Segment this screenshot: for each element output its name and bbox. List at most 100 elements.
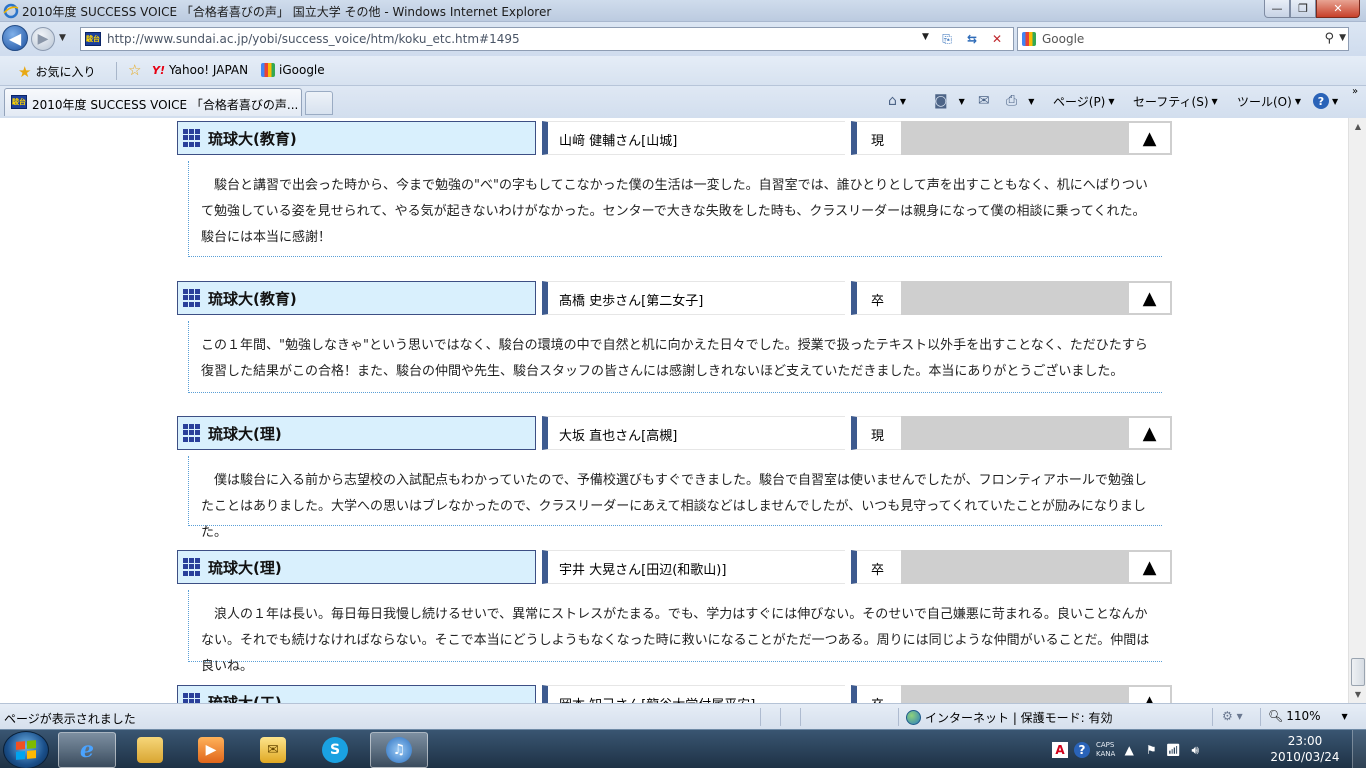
entry-header: 琉球大(理) 宇井 大晃さん[田辺(和歌山)] 卒 ▲ (177, 550, 1172, 584)
tab-label: 2010年度 SUCCESS VOICE 「合格者喜びの声... (32, 98, 299, 112)
grid-bullet-icon (183, 558, 201, 576)
scrollbar-thumb[interactable] (1351, 658, 1365, 686)
minimize-button[interactable]: — (1264, 0, 1290, 18)
media-player-icon: ▶ (198, 737, 224, 763)
recent-pages-dropdown[interactable]: ▼ (59, 33, 66, 43)
zoom-level-button[interactable]: 🔍︎ 110% ▼ (1268, 709, 1348, 723)
compatibility-view-icon[interactable]: ⎘ (937, 30, 957, 48)
up-arrow-icon: ▲ (1142, 127, 1157, 149)
chevron-down-icon: ▼ (1294, 97, 1301, 106)
start-button[interactable] (3, 731, 49, 768)
university-cell: 琉球大(理) (177, 416, 536, 450)
speaker-icon[interactable]: 🔊︎ (1187, 742, 1203, 758)
network-icon[interactable]: 📶︎ (1165, 742, 1181, 758)
feeds-button[interactable]: ◙ ▼ (934, 93, 965, 109)
site-favicon-icon: 駿台 (85, 32, 101, 46)
student-name-cell: 髙橋 史歩さん[第二女子] (542, 281, 845, 315)
address-dropdown[interactable]: ▼ (922, 32, 929, 42)
back-to-top-button[interactable]: ▲ (1129, 552, 1170, 582)
status-separator (780, 708, 781, 726)
title-bar: 2010年度 SUCCESS VOICE 「合格者喜びの声」 国立大学 その他 … (0, 0, 1366, 22)
url-text[interactable]: http://www.sundai.ac.jp/yobi/success_voi… (107, 32, 520, 46)
help-tray-icon[interactable]: ? (1074, 742, 1090, 758)
search-input[interactable]: Google (1042, 32, 1084, 46)
maximize-button[interactable]: ❐ (1290, 0, 1316, 18)
status-bar: ページが表示されました インターネット | 保護モード: 有効 ⚙ ▾ 🔍︎ 1… (0, 703, 1366, 729)
university-name: 琉球大(理) (208, 425, 282, 443)
add-to-favorites-bar-button[interactable]: ☆ (128, 63, 141, 78)
show-desktop-button[interactable] (1352, 730, 1366, 768)
flag-tray-icon[interactable]: ⚑ (1143, 742, 1159, 758)
tab-favicon-icon: 駿台 (11, 95, 27, 109)
page-menu-label: ページ(P) (1053, 95, 1106, 109)
favorites-button[interactable]: ★ お気に入り (18, 63, 95, 80)
student-status: 現 (871, 429, 885, 444)
close-button[interactable]: ✕ (1316, 0, 1360, 18)
address-bar[interactable]: 駿台 http://www.sundai.ac.jp/yobi/success_… (80, 27, 1014, 51)
taskbar-itunes-button[interactable]: ♫ (370, 732, 428, 768)
university-cell: 琉球大(教育) (177, 281, 536, 315)
stop-icon[interactable]: ✕ (987, 30, 1007, 48)
taskbar-explorer-button[interactable] (121, 732, 179, 768)
chevron-down-icon: ▼ (1211, 97, 1218, 106)
back-to-top-button[interactable]: ▲ (1129, 687, 1170, 703)
back-button[interactable]: ◀ (2, 25, 28, 51)
back-to-top-button[interactable]: ▲ (1129, 123, 1170, 153)
chevron-down-icon: ▼ (1332, 96, 1339, 106)
search-box[interactable]: Google ⚲ ▼ (1017, 27, 1349, 51)
safety-menu[interactable]: セーフティ(S) ▼ (1133, 93, 1218, 110)
taskbar-skype-button[interactable]: S (306, 732, 364, 768)
search-options-dropdown[interactable]: ▼ (1339, 33, 1346, 43)
status-cell: 卒 (851, 685, 901, 703)
student-name-cell: 山﨑 健輔さん[山城] (542, 121, 845, 155)
grid-bullet-icon (183, 289, 201, 307)
page-viewport: 琉球大(教育) 山﨑 健輔さん[山城] 現 ▲ 駿台と講習で出会った時から、今ま… (0, 118, 1348, 703)
university-cell: 琉球大(工) (177, 685, 536, 703)
vertical-scrollbar[interactable]: ▲ ▼ (1348, 118, 1366, 703)
tab-active[interactable]: 駿台 2010年度 SUCCESS VOICE 「合格者喜びの声... (4, 88, 302, 116)
favorite-link-igoogle[interactable]: iGoogle (261, 63, 325, 77)
university-name: 琉球大(教育) (208, 130, 297, 148)
favorite-link-yahoo[interactable]: Y! Yahoo! JAPAN (152, 63, 248, 77)
google-icon (1022, 32, 1036, 46)
more-commands-button[interactable]: » (1352, 86, 1358, 97)
acrobat-icon[interactable]: A (1052, 742, 1068, 758)
chevron-down-icon: ▼ (958, 96, 965, 106)
kana-indicator: KANA (1096, 750, 1116, 758)
voice-entry: 琉球大(教育) 山﨑 健輔さん[山城] 現 ▲ 駿台と講習で出会った時から、今ま… (0, 121, 1348, 281)
page-menu[interactable]: ページ(P) ▼ (1053, 93, 1115, 110)
print-button[interactable]: ⎙ ▼ (1006, 93, 1034, 109)
taskbar-ie-button[interactable]: ℯ (58, 732, 116, 768)
scroll-down-icon[interactable]: ▼ (1349, 686, 1366, 703)
new-tab-button[interactable] (305, 91, 333, 115)
refresh-icon[interactable]: ⇆ (962, 30, 982, 48)
student-name-cell: 大坂 直也さん[高槻] (542, 416, 845, 450)
back-to-top-button[interactable]: ▲ (1129, 283, 1170, 313)
student-name: 宇井 大晃さん[田辺(和歌山)] (559, 563, 727, 578)
read-mail-button[interactable]: ✉ (978, 93, 990, 109)
taskbar-media-player-button[interactable]: ▶ (182, 732, 240, 768)
back-to-top-button[interactable]: ▲ (1129, 418, 1170, 448)
status-text: ページが表示されました (4, 712, 136, 726)
windows-taskbar: ℯ ▶ ✉ S ♫ A ? CAPS KANA ▲ ⚑ 📶︎ 🔊︎ 23:00 … (0, 729, 1366, 768)
university-name: 琉球大(工) (208, 694, 282, 703)
taskbar-clock[interactable]: 23:00 2010/03/24 (1262, 733, 1348, 765)
clock-date: 2010/03/24 (1270, 750, 1340, 764)
windows-logo-icon (16, 740, 36, 760)
search-icon[interactable]: ⚲ (1324, 31, 1334, 46)
testimonial-text: この１年間、"勉強しなきゃ"という思いではなく、駿台の環境の中で自然と机に向かえ… (188, 321, 1162, 393)
taskbar-mail-button[interactable]: ✉ (244, 732, 302, 768)
status-cell: 現 (851, 416, 901, 450)
scroll-up-icon[interactable]: ▲ (1349, 118, 1366, 135)
home-button[interactable]: ⌂ ▼ (888, 93, 906, 109)
entry-header: 琉球大(教育) 髙橋 史歩さん[第二女子] 卒 ▲ (177, 281, 1172, 315)
student-status: 卒 (871, 694, 884, 703)
security-zone[interactable]: インターネット | 保護モード: 有効 (906, 709, 1113, 726)
help-menu[interactable]: ? ▼ (1313, 93, 1338, 109)
show-hidden-icons-button[interactable]: ▲ (1121, 742, 1137, 758)
tools-menu[interactable]: ツール(O) ▼ (1237, 93, 1301, 110)
globe-icon (906, 710, 921, 725)
forward-button[interactable]: ▶ (31, 27, 55, 51)
protected-mode-icon[interactable]: ⚙ ▾ (1222, 709, 1243, 723)
grid-bullet-icon (183, 129, 201, 147)
